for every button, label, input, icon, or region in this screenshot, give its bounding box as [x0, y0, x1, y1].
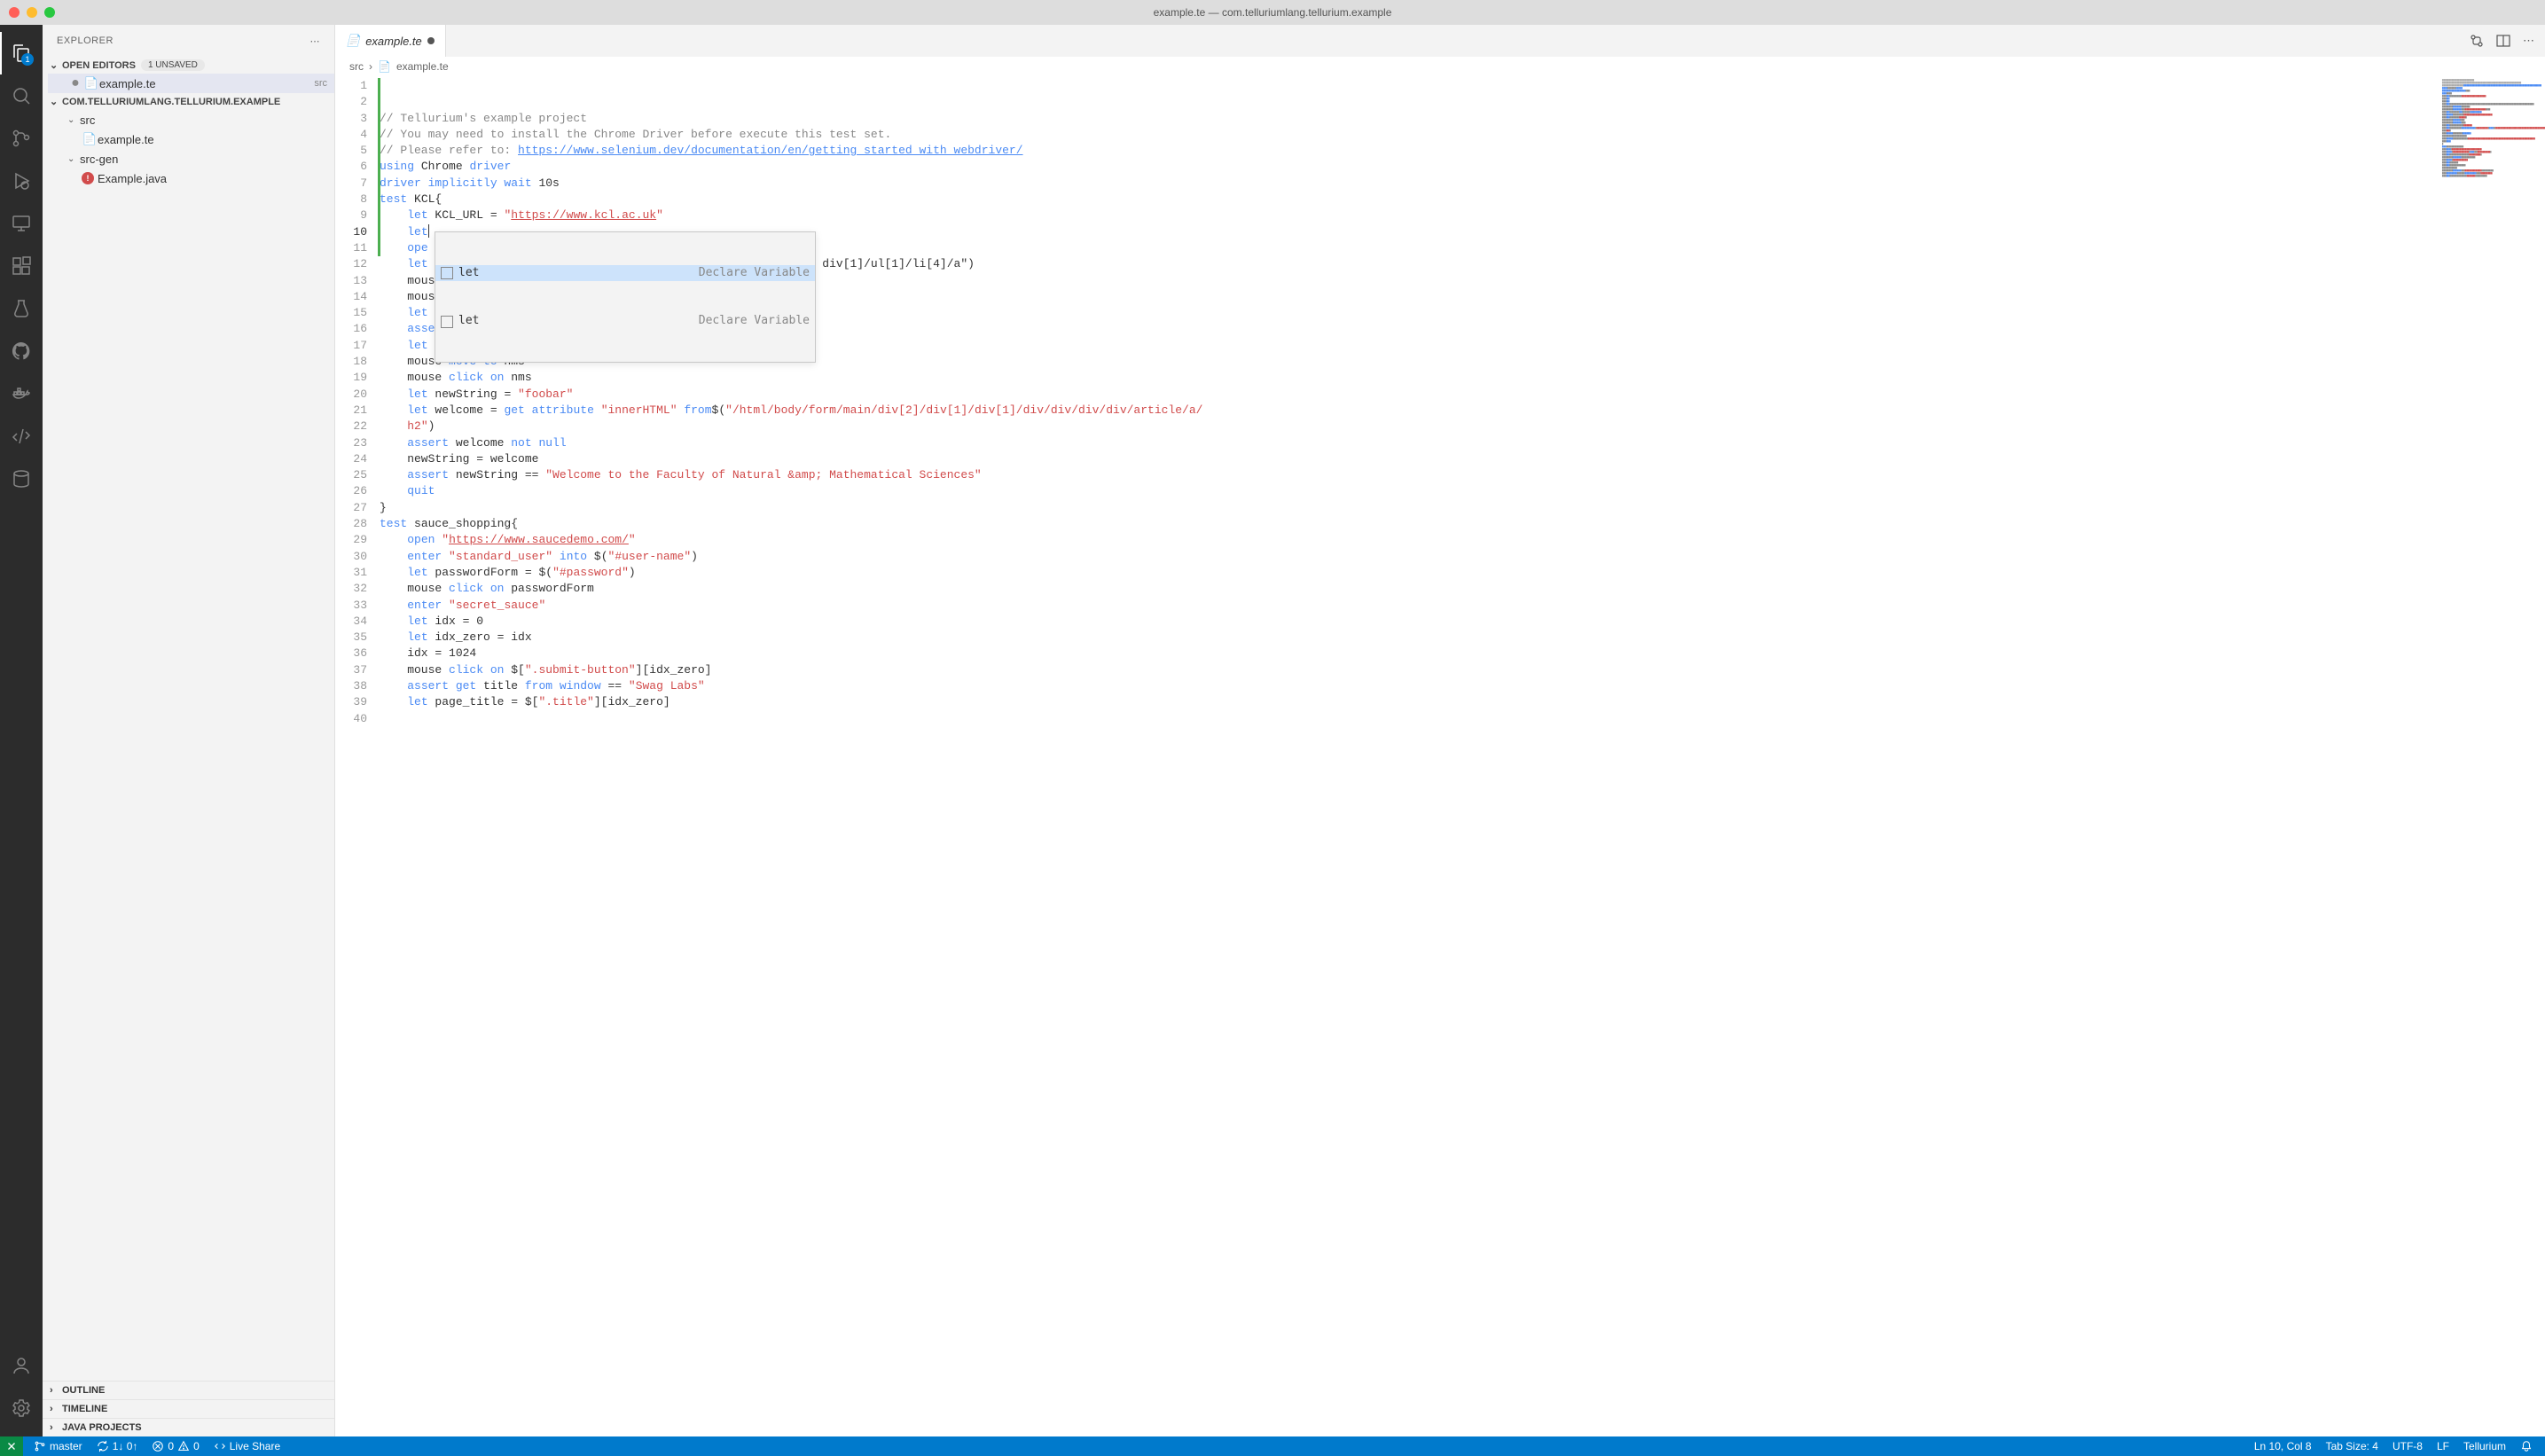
database-icon[interactable] [0, 458, 43, 500]
folder-src-gen[interactable]: ⌄ src-gen [48, 149, 334, 168]
encoding[interactable]: UTF-8 [2385, 1440, 2430, 1452]
open-editor-item[interactable]: ● 📄 example.te src [48, 74, 334, 93]
search-icon[interactable] [0, 74, 43, 117]
file-icon: 📄 [346, 34, 360, 48]
eol[interactable]: LF [2430, 1440, 2456, 1452]
maximize-window[interactable] [44, 7, 55, 18]
split-editor-icon[interactable] [2496, 34, 2510, 48]
error-icon: ! [82, 172, 94, 184]
window-controls [9, 7, 55, 18]
file-example-te[interactable]: 📄 example.te [48, 129, 334, 149]
tab-example-te[interactable]: 📄 example.te [335, 25, 446, 57]
file-icon: 📄 [378, 60, 391, 73]
code-editor[interactable]: 1234567891011121314151617181920212223242… [335, 76, 2545, 1436]
snippet-icon [441, 267, 453, 279]
settings-icon[interactable] [0, 1387, 43, 1429]
outline-section[interactable]: › OUTLINE [43, 1381, 334, 1399]
file-icon: 📄 [83, 76, 99, 90]
suggest-item[interactable]: let Declare Variable [435, 265, 815, 281]
sidebar-title: EXPLORER [57, 35, 114, 46]
remote-icon[interactable] [0, 202, 43, 245]
snippet-icon [441, 316, 453, 328]
folder-src[interactable]: ⌄ src [48, 110, 334, 129]
code-content[interactable]: // Tellurium's example project// You may… [380, 76, 2545, 1436]
project-section[interactable]: ⌄ COM.TELLURIUMLANG.TELLURIUM.EXAMPLE [43, 93, 334, 110]
modified-indicator-icon [427, 37, 435, 44]
run-debug-icon[interactable] [0, 160, 43, 202]
github-icon[interactable] [0, 330, 43, 372]
explorer-badge: 1 [21, 53, 34, 66]
minimize-window[interactable] [27, 7, 37, 18]
source-control-icon[interactable] [0, 117, 43, 160]
unsaved-badge: 1 UNSAVED [141, 59, 205, 71]
language-mode[interactable]: Tellurium [2456, 1440, 2513, 1452]
minimap[interactable]: ████████████████████████████████████████… [2439, 76, 2545, 200]
suggest-widget[interactable]: let Declare Variable let Declare Variabl… [435, 231, 816, 363]
live-share-icon[interactable] [0, 415, 43, 458]
close-window[interactable] [9, 7, 20, 18]
git-sync[interactable]: 1↓ 0↑ [90, 1440, 145, 1452]
modified-dot-icon: ● [67, 80, 83, 87]
sidebar-more-icon[interactable]: ⋯ [310, 35, 321, 47]
file-icon: 📄 [82, 132, 98, 146]
account-icon[interactable] [0, 1344, 43, 1387]
remote-indicator[interactable] [0, 1436, 23, 1456]
testing-icon[interactable] [0, 287, 43, 330]
explorer-icon[interactable]: 1 [0, 32, 43, 74]
live-share[interactable]: Live Share [207, 1440, 287, 1452]
sidebar: EXPLORER ⋯ ⌄ OPEN EDITORS 1 UNSAVED ● 📄 … [43, 25, 335, 1436]
chevron-right-icon: › [369, 60, 372, 73]
editor-tabs: 📄 example.te ⋯ [335, 25, 2545, 57]
timeline-section[interactable]: › TIMELINE [43, 1399, 334, 1418]
problems[interactable]: 0 0 [145, 1440, 206, 1452]
window-title: example.te — com.telluriumlang.tellurium… [1154, 6, 1392, 19]
cursor-position[interactable]: Ln 10, Col 8 [2247, 1440, 2319, 1452]
titlebar: example.te — com.telluriumlang.tellurium… [0, 0, 2545, 25]
more-actions-icon[interactable]: ⋯ [2523, 34, 2534, 48]
open-editors-section[interactable]: ⌄ OPEN EDITORS 1 UNSAVED [43, 57, 334, 74]
git-branch[interactable]: master [27, 1440, 90, 1452]
file-example-java[interactable]: ! Example.java [48, 168, 334, 188]
line-gutter: 1234567891011121314151617181920212223242… [335, 76, 380, 1436]
docker-icon[interactable] [0, 372, 43, 415]
compare-changes-icon[interactable] [2470, 34, 2484, 48]
activity-bar: 1 [0, 25, 43, 1436]
extensions-icon[interactable] [0, 245, 43, 287]
breadcrumb[interactable]: src › 📄 example.te [335, 57, 2545, 76]
java-projects-section[interactable]: › JAVA PROJECTS [43, 1418, 334, 1436]
notifications-icon[interactable] [2513, 1440, 2540, 1452]
tab-size[interactable]: Tab Size: 4 [2319, 1440, 2385, 1452]
suggest-item[interactable]: let Declare Variable [435, 313, 815, 329]
status-bar: master 1↓ 0↑ 0 0 Live Share Ln 10, Col 8… [0, 1436, 2545, 1456]
